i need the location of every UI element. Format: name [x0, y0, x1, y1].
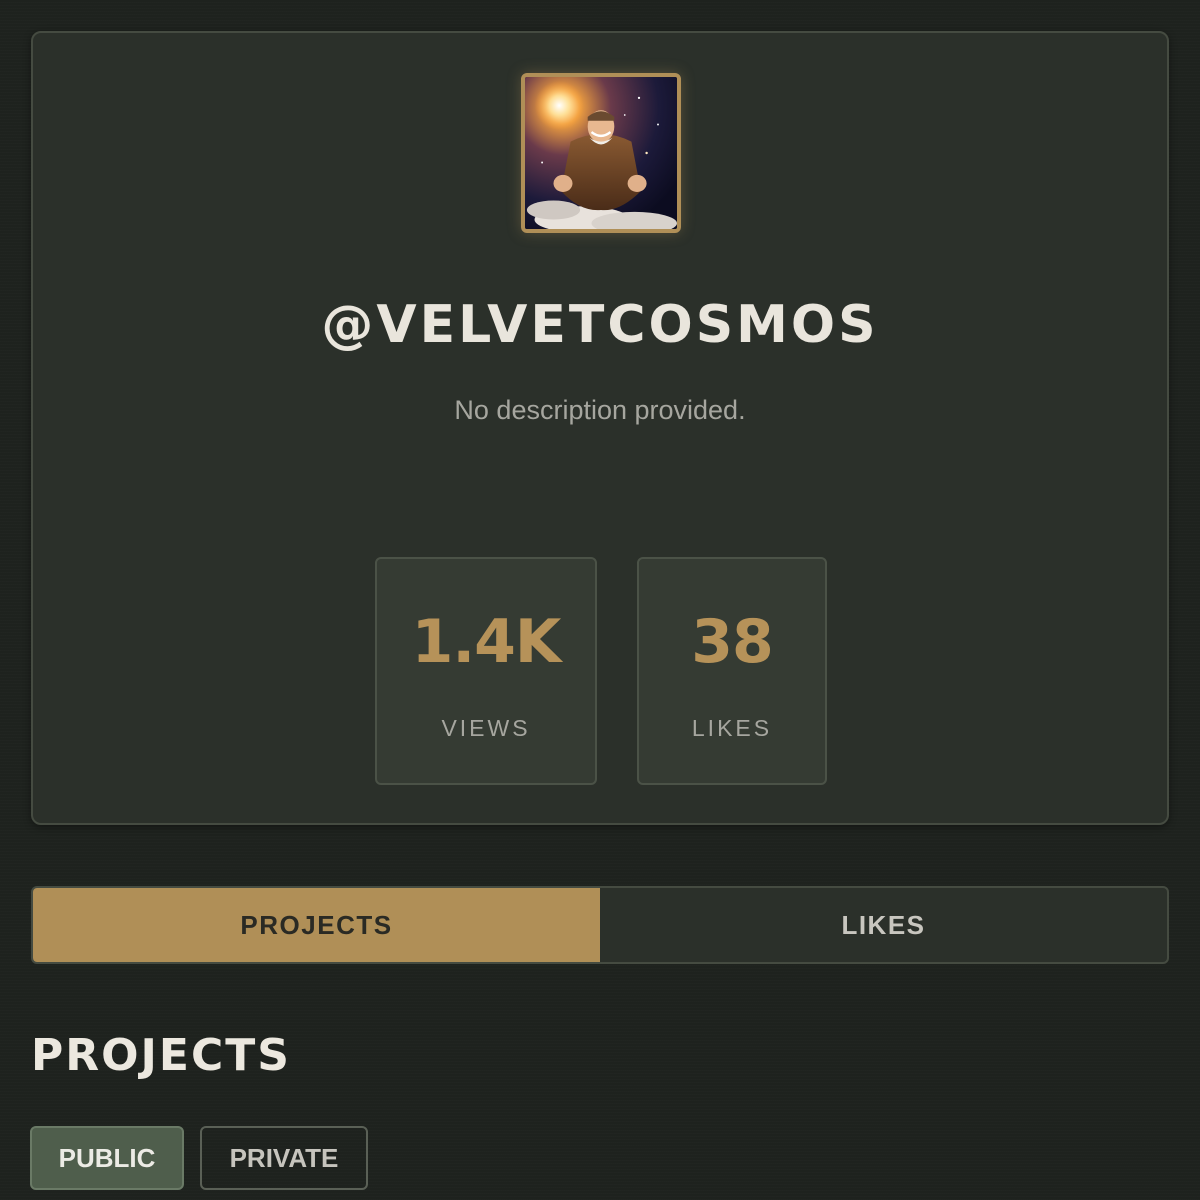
avatar[interactable]	[521, 73, 681, 233]
tab-projects[interactable]: PROJECTS	[33, 888, 600, 962]
stat-label: LIKES	[691, 715, 773, 741]
public-filter-button[interactable]: PUBLIC	[30, 1126, 184, 1190]
tab-bar: PROJECTS LIKES	[31, 886, 1169, 964]
stat-value: 1.4K	[411, 607, 562, 677]
stat-likes: 38 LIKES	[637, 557, 827, 785]
stat-label: VIEWS	[441, 715, 531, 741]
profile-card: @VELVETCOSMOS No description provided. 1…	[31, 31, 1169, 825]
stat-value: 38	[691, 607, 774, 677]
stat-views: 1.4K VIEWS	[375, 557, 597, 785]
avatar-image	[525, 77, 677, 229]
profile-description: No description provided.	[454, 395, 746, 425]
tab-likes[interactable]: LIKES	[600, 888, 1167, 962]
username: @VELVETCOSMOS	[321, 295, 879, 355]
section-title: PROJECTS	[31, 1030, 291, 1081]
private-filter-button[interactable]: PRIVATE	[200, 1126, 368, 1190]
